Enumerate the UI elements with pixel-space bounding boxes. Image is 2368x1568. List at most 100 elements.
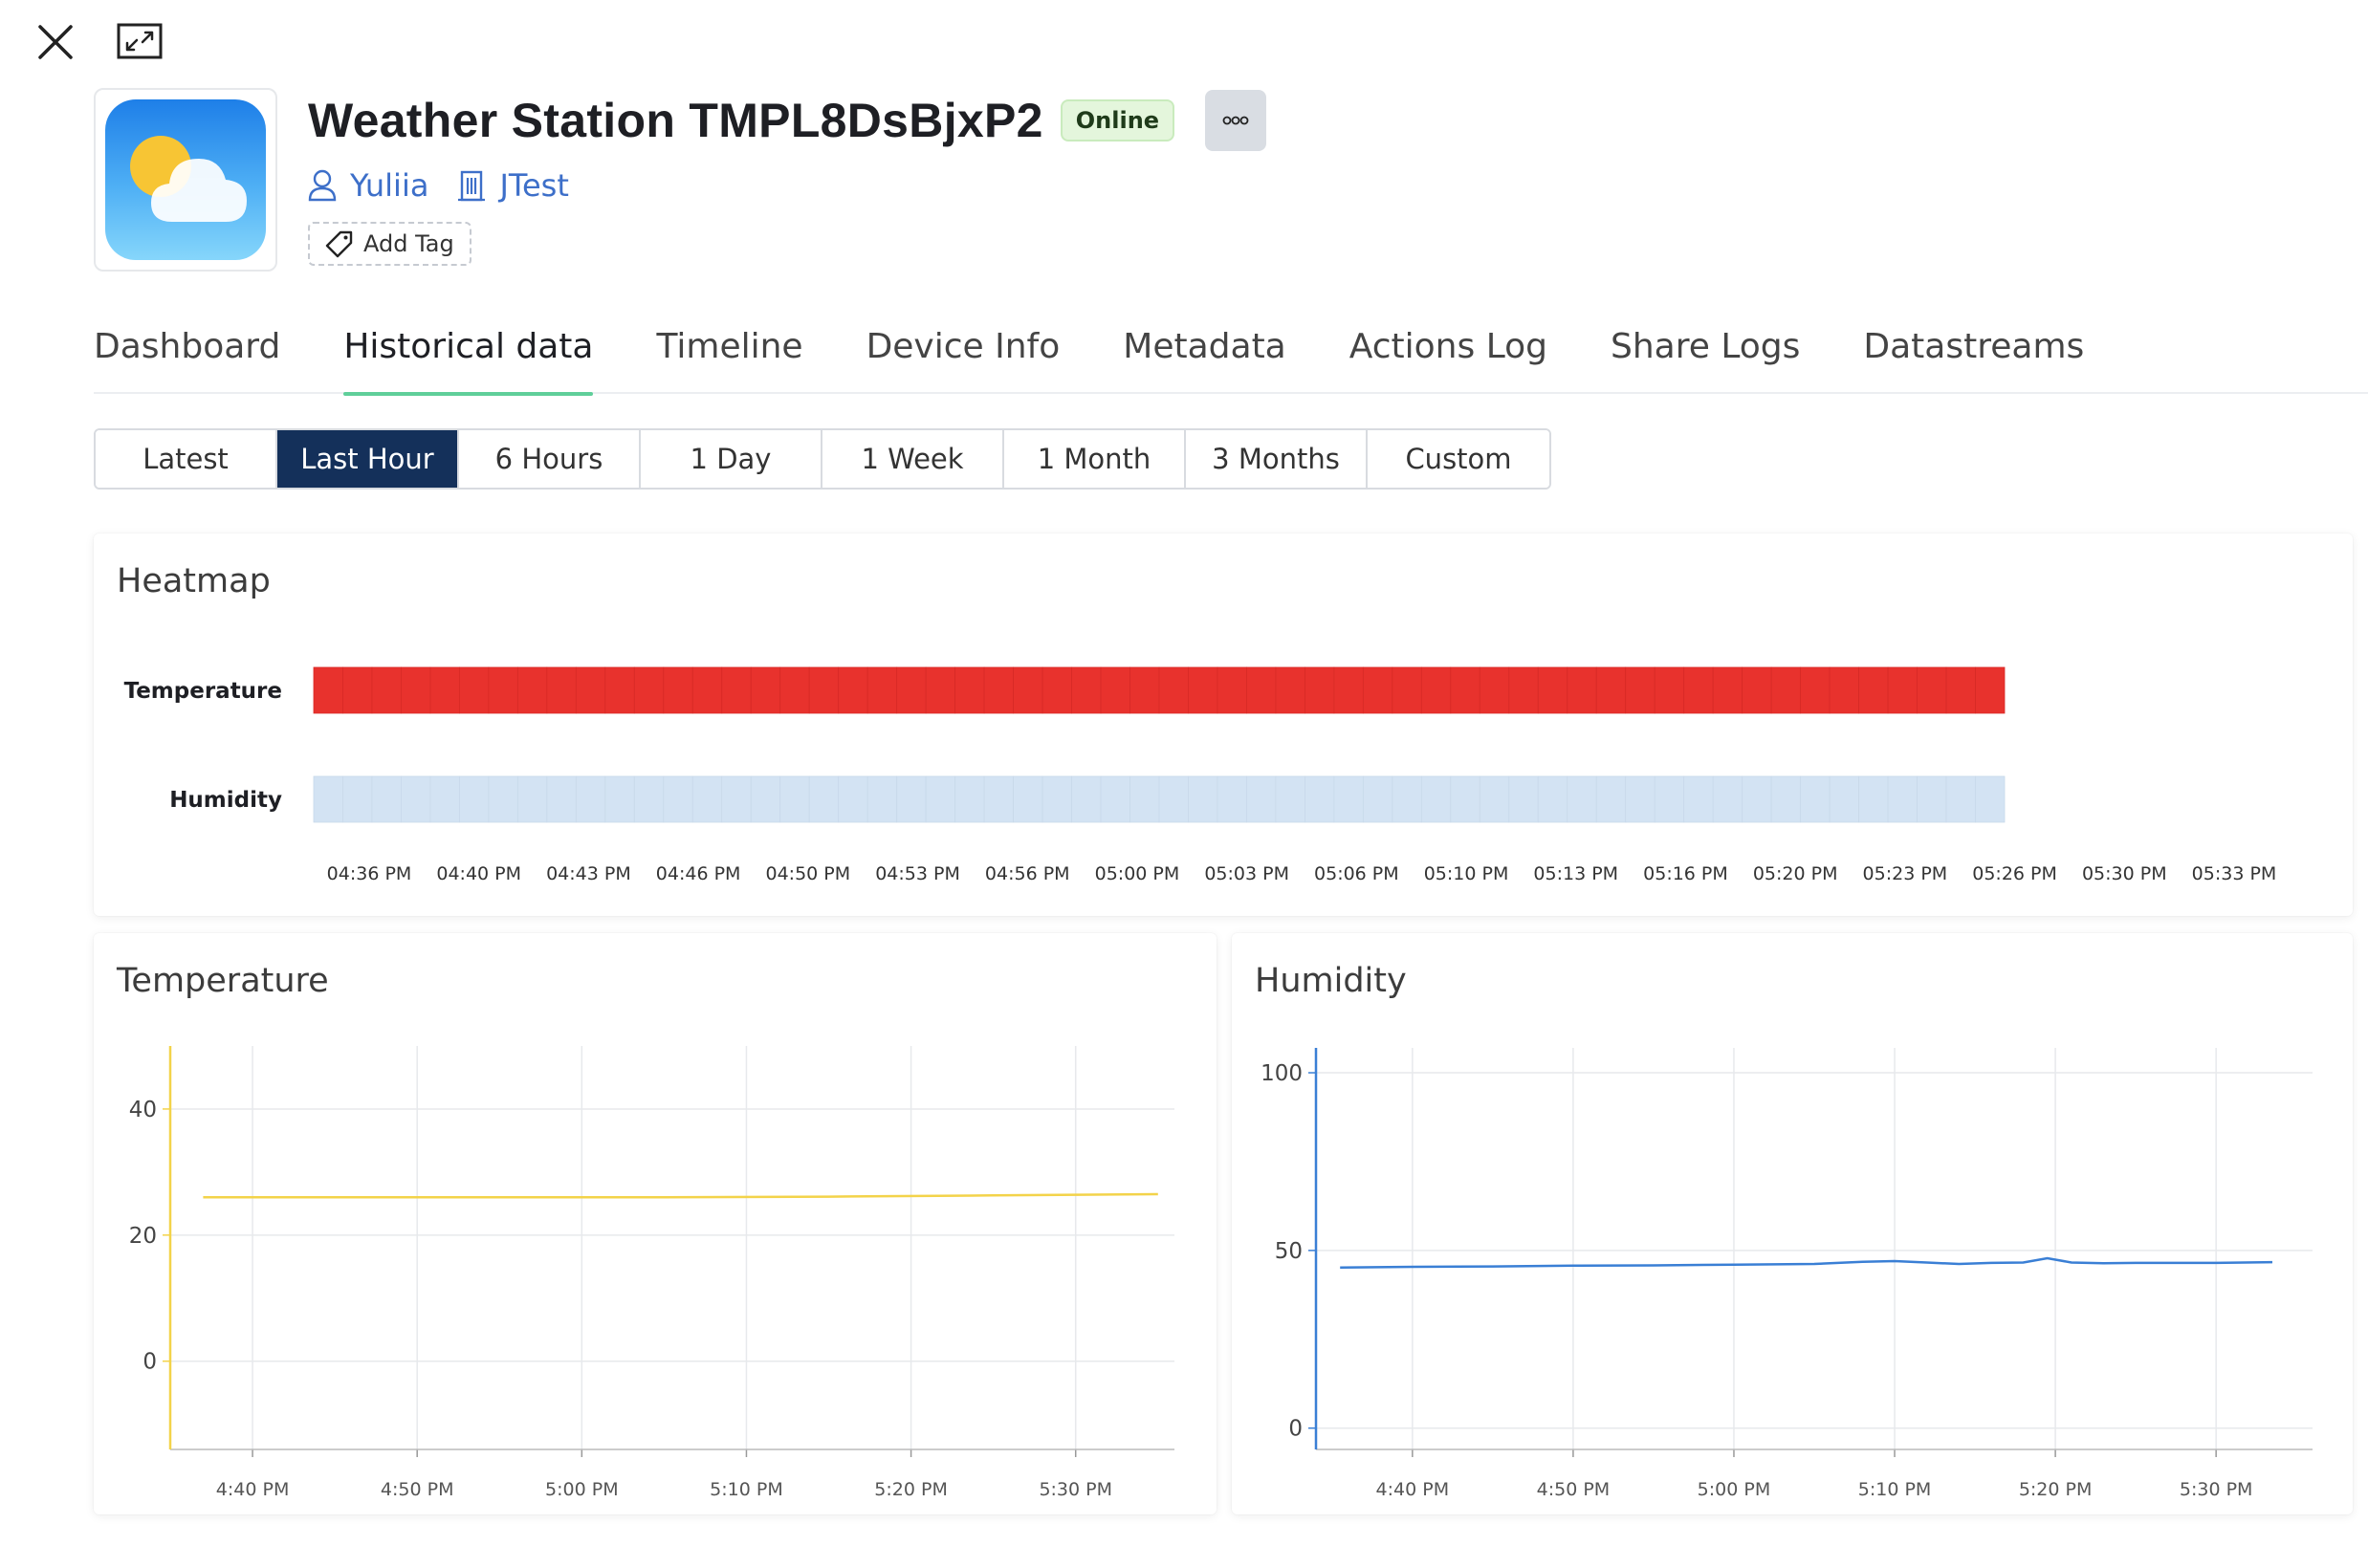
- tab-historical-data[interactable]: Historical data: [343, 321, 594, 396]
- heatmap-cell[interactable]: [633, 666, 665, 714]
- heatmap-cell[interactable]: [604, 666, 635, 714]
- heatmap-cell[interactable]: [1041, 666, 1072, 714]
- heatmap-cell[interactable]: [808, 666, 840, 714]
- heatmap-cell[interactable]: [1654, 775, 1685, 823]
- close-icon[interactable]: [33, 19, 78, 65]
- heatmap-cell[interactable]: [1537, 775, 1568, 823]
- heatmap-cell[interactable]: [1071, 775, 1102, 823]
- heatmap-cell[interactable]: [1887, 775, 1918, 823]
- range-custom[interactable]: Custom: [1368, 430, 1549, 488]
- heatmap-cell[interactable]: [1333, 666, 1364, 714]
- heatmap-cell[interactable]: [575, 666, 606, 714]
- heatmap-cell[interactable]: [1420, 775, 1452, 823]
- heatmap-cell[interactable]: [663, 775, 693, 823]
- heatmap-cell[interactable]: [1945, 775, 1976, 823]
- heatmap-cell[interactable]: [663, 666, 693, 714]
- heatmap-cell[interactable]: [1450, 775, 1480, 823]
- heatmap-cell[interactable]: [1625, 775, 1655, 823]
- heatmap-cell[interactable]: [983, 775, 1014, 823]
- expand-icon[interactable]: [117, 19, 163, 65]
- heatmap-cell[interactable]: [313, 775, 343, 823]
- range-1-day[interactable]: 1 Day: [641, 430, 822, 488]
- heatmap-cell[interactable]: [1595, 775, 1627, 823]
- heatmap-cell[interactable]: [604, 775, 635, 823]
- heatmap-cell[interactable]: [516, 666, 548, 714]
- heatmap-cell[interactable]: [1305, 775, 1335, 823]
- heatmap-cell[interactable]: [1392, 775, 1422, 823]
- heatmap-cell[interactable]: [1567, 775, 1597, 823]
- heatmap-cell[interactable]: [429, 666, 460, 714]
- heatmap-cell[interactable]: [1129, 666, 1160, 714]
- tab-dashboard[interactable]: Dashboard: [94, 321, 280, 394]
- tab-metadata[interactable]: Metadata: [1123, 321, 1285, 394]
- heatmap-cell[interactable]: [342, 775, 373, 823]
- heatmap-cell[interactable]: [546, 666, 577, 714]
- heatmap-cell[interactable]: [546, 775, 577, 823]
- heatmap-cell[interactable]: [1479, 666, 1510, 714]
- heatmap-cell[interactable]: [1829, 666, 1859, 714]
- heatmap-cell[interactable]: [1508, 666, 1539, 714]
- heatmap-cell[interactable]: [1917, 666, 1947, 714]
- heatmap-cell[interactable]: [1858, 666, 1889, 714]
- heatmap-cell[interactable]: [691, 775, 723, 823]
- heatmap-cell[interactable]: [1217, 666, 1247, 714]
- range-latest[interactable]: Latest: [96, 430, 277, 488]
- tab-timeline[interactable]: Timeline: [656, 321, 802, 394]
- heatmap-cell[interactable]: [896, 775, 927, 823]
- heatmap-cell[interactable]: [1158, 775, 1189, 823]
- tab-device-info[interactable]: Device Info: [866, 321, 1061, 394]
- heatmap-cell[interactable]: [808, 775, 840, 823]
- tab-datastreams[interactable]: Datastreams: [1863, 321, 2084, 394]
- heatmap-cell[interactable]: [1041, 775, 1072, 823]
- heatmap-cell[interactable]: [1712, 775, 1743, 823]
- heatmap-cell[interactable]: [1129, 775, 1160, 823]
- add-tag-button[interactable]: Add Tag: [308, 222, 471, 266]
- heatmap-cell[interactable]: [1858, 775, 1889, 823]
- heatmap-cell[interactable]: [983, 666, 1014, 714]
- heatmap-cell[interactable]: [1450, 666, 1480, 714]
- heatmap-cell[interactable]: [866, 666, 898, 714]
- heatmap-cell[interactable]: [1420, 666, 1452, 714]
- heatmap-cell[interactable]: [401, 775, 431, 823]
- heatmap-cell[interactable]: [1188, 666, 1218, 714]
- heatmap-cell[interactable]: [1362, 775, 1393, 823]
- heatmap-cell[interactable]: [371, 775, 402, 823]
- heatmap-cell[interactable]: [1217, 775, 1247, 823]
- heatmap-cell[interactable]: [342, 666, 373, 714]
- heatmap-cell[interactable]: [1887, 666, 1918, 714]
- heatmap-cell[interactable]: [1917, 775, 1947, 823]
- heatmap-cell[interactable]: [1975, 666, 2006, 714]
- heatmap-cell[interactable]: [925, 775, 956, 823]
- range-1-month[interactable]: 1 Month: [1004, 430, 1186, 488]
- tab-share-logs[interactable]: Share Logs: [1611, 321, 1800, 394]
- heatmap-cell[interactable]: [459, 666, 490, 714]
- heatmap-cell[interactable]: [1188, 775, 1218, 823]
- heatmap-cell[interactable]: [866, 775, 898, 823]
- heatmap-cell[interactable]: [1392, 666, 1422, 714]
- range-6-hours[interactable]: 6 Hours: [459, 430, 641, 488]
- heatmap-cell[interactable]: [371, 666, 402, 714]
- heatmap-cell[interactable]: [721, 775, 752, 823]
- heatmap-cell[interactable]: [1770, 666, 1802, 714]
- heatmap-cell[interactable]: [954, 666, 985, 714]
- heatmap-cell[interactable]: [1305, 666, 1335, 714]
- heatmap-cell[interactable]: [1829, 775, 1859, 823]
- heatmap-cell[interactable]: [1800, 666, 1831, 714]
- heatmap-cell[interactable]: [1742, 666, 1772, 714]
- heatmap-cell[interactable]: [633, 775, 665, 823]
- tab-actions-log[interactable]: Actions Log: [1349, 321, 1547, 394]
- heatmap-cell[interactable]: [313, 666, 343, 714]
- heatmap-cell[interactable]: [750, 666, 781, 714]
- heatmap-cell[interactable]: [575, 775, 606, 823]
- heatmap-cell[interactable]: [779, 666, 810, 714]
- heatmap-cell[interactable]: [1800, 775, 1831, 823]
- series-line-humidity[interactable]: [1340, 1256, 2273, 1269]
- heatmap-cell[interactable]: [1333, 775, 1364, 823]
- organization-link[interactable]: JTest: [457, 167, 569, 204]
- heatmap-cell[interactable]: [1595, 666, 1627, 714]
- heatmap-cell[interactable]: [1742, 775, 1772, 823]
- heatmap-cell[interactable]: [401, 666, 431, 714]
- heatmap-cell[interactable]: [1275, 666, 1305, 714]
- heatmap-cell[interactable]: [750, 775, 781, 823]
- heatmap-cell[interactable]: [1246, 775, 1277, 823]
